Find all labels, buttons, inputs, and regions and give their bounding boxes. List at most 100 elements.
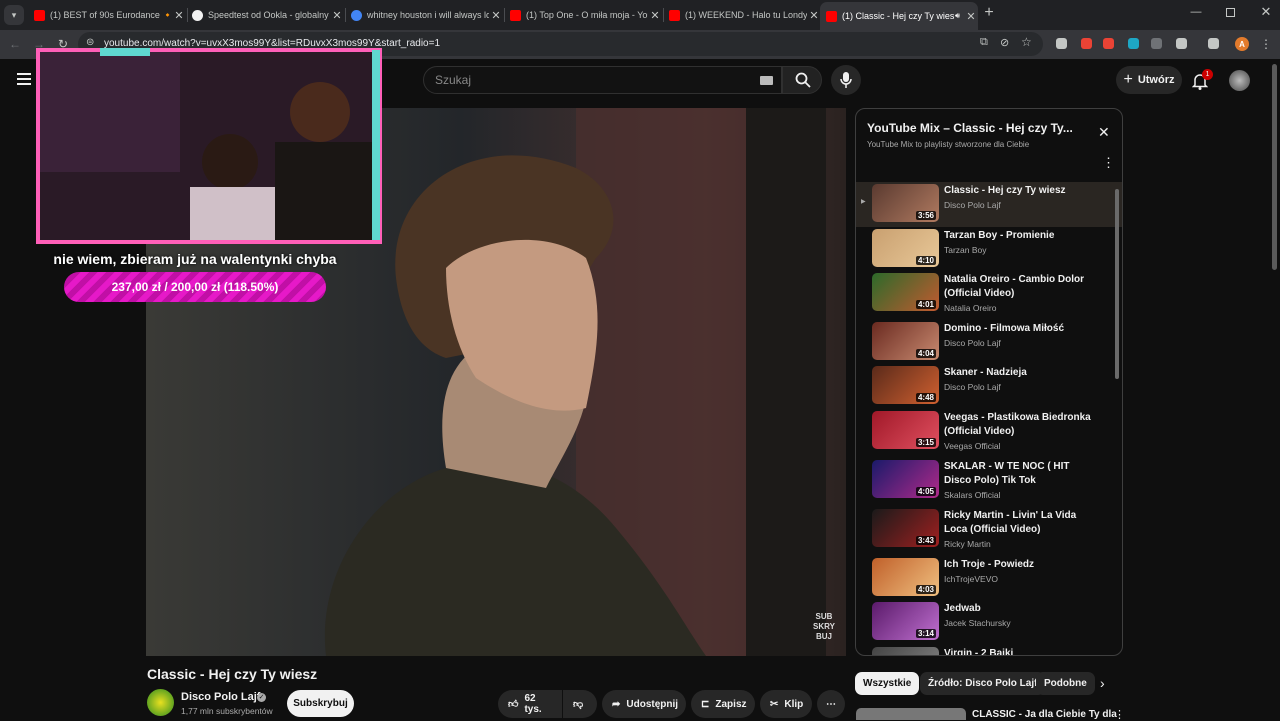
chip-related[interactable]: Podobne	[1036, 672, 1095, 695]
chip-label: Wszystkie	[863, 678, 912, 689]
playlist-thumbnail[interactable]: 4:01	[872, 273, 939, 311]
chip-source[interactable]: Źródło: Disco Polo Lajf	[920, 672, 1046, 695]
close-tab-icon[interactable]: ✕	[807, 9, 821, 22]
playlist-item-title: SKALAR - W TE NOC ( HIT Disco Polo) Tik …	[944, 461, 1070, 486]
playlist-title[interactable]: YouTube Mix – Classic - Hej czy Ty...	[867, 121, 1073, 135]
playlist-item[interactable]: ▶ 3:56 Classic - Hej czy Ty wiesz Disco Pol…	[856, 182, 1122, 227]
playlist-thumbnail[interactable]: 3:15	[872, 411, 939, 449]
playlist-thumbnail[interactable]: 4:48	[872, 366, 939, 404]
playlist-item[interactable]: 4:05 SKALAR - W TE NOC ( HIT Disco Polo) …	[856, 458, 1122, 503]
playlist-item-channel: Ricky Martin	[944, 539, 991, 549]
playlist-item-channel: Natalia Oreiro	[944, 303, 997, 313]
subscribe-button[interactable]: Subskrybuj	[287, 690, 354, 717]
new-tab-button[interactable]: +	[980, 4, 998, 24]
site-info-icon[interactable]: ⊜	[86, 37, 94, 48]
close-tab-icon[interactable]: ✕	[964, 10, 978, 23]
tab-favicon	[192, 9, 203, 21]
thumbs-down-icon: 👎︎	[573, 699, 584, 710]
bookmark-star-icon[interactable]: ☆	[1021, 35, 1032, 49]
minimize-button[interactable]: —	[1188, 6, 1204, 22]
duration-badge: 4:05	[915, 487, 936, 496]
extension-icon[interactable]	[1128, 38, 1139, 49]
maximize-button[interactable]	[1226, 8, 1235, 17]
subscribe-watermark[interactable]: SUB SKRY BUJ	[813, 612, 835, 642]
account-avatar[interactable]	[1229, 70, 1250, 91]
audio-playing-icon[interactable]: 🔊︎	[955, 11, 960, 21]
playlist-item[interactable]: 3:15 Veegas - Plastikowa Biedronka (Offic…	[856, 409, 1122, 454]
channel-name[interactable]: Disco Polo Lajf	[181, 691, 260, 703]
chip-all[interactable]: Wszystkie	[855, 672, 920, 695]
playlist-item-channel: Disco Polo Lajf	[944, 382, 1001, 392]
browser-tab[interactable]: Speedtest od Ookla - globalny ✕	[186, 4, 344, 26]
close-window-button[interactable]: ✕	[1258, 4, 1274, 22]
voice-search-button[interactable]	[831, 65, 861, 95]
playlist-thumbnail[interactable]: 4:05	[872, 460, 939, 498]
playlist-thumbnail[interactable]: 3:43	[872, 509, 939, 547]
playlist-thumbnail[interactable]: 3:56	[872, 184, 939, 222]
duration-badge: 4:01	[915, 300, 936, 309]
playlist-thumbnail[interactable]: 3:14	[872, 602, 939, 640]
share-button[interactable]: ➦ Udostępnij	[602, 690, 686, 718]
playlist-item[interactable]: 4:10 Tarzan Boy - Promienie Tarzan Boy	[856, 227, 1122, 272]
more-actions-button[interactable]: ⋯	[817, 690, 845, 718]
hamburger-menu-icon[interactable]	[17, 73, 31, 85]
duration-badge: 4:03	[915, 585, 936, 594]
watermark-line: SKRY	[813, 622, 835, 631]
playlist-item-title: Jedwab	[944, 603, 981, 614]
playlist-item[interactable]: 4:03 Ich Troje - Powiedz IchTrojeVEVO	[856, 556, 1122, 601]
chip-label: Podobne	[1044, 678, 1087, 689]
channel-avatar[interactable]	[147, 689, 174, 716]
create-button[interactable]: + Utwórz	[1116, 66, 1182, 94]
save-button[interactable]: ⊏ Zapisz	[691, 690, 755, 718]
page-scrollbar[interactable]	[1272, 64, 1277, 270]
close-playlist-button[interactable]: ✕	[1098, 124, 1110, 141]
search-button[interactable]	[782, 66, 822, 94]
playlist-item[interactable]: 4:04 Domino - Filmowa Miłość Disco Polo La…	[856, 320, 1122, 365]
recommended-title[interactable]: CLASSIC - Ja dla Ciebie Ty dla	[972, 709, 1117, 720]
playlist-item[interactable]: 4:48 Skaner - Nadzieja Disco Polo Lajf	[856, 364, 1122, 409]
browser-menu-button[interactable]: ⋮	[1257, 35, 1275, 53]
extension-icon[interactable]	[1056, 38, 1067, 49]
close-tab-icon[interactable]: ✕	[648, 9, 662, 22]
notifications-button[interactable]: 1	[1191, 69, 1213, 90]
profile-avatar[interactable]: A	[1235, 37, 1249, 51]
keyboard-icon[interactable]	[760, 76, 773, 85]
playlist-scrollbar[interactable]	[1115, 189, 1119, 379]
close-tab-icon[interactable]: ✕	[489, 9, 503, 22]
playlist-item-title: Domino - Filmowa Miłość	[944, 323, 1065, 334]
close-tab-icon[interactable]: ✕	[172, 9, 186, 22]
extension-icon[interactable]	[1103, 38, 1114, 49]
browser-tab[interactable]: whitney houston i will always lo ✕	[345, 4, 503, 26]
playlist-menu-button[interactable]: ⋮	[1102, 155, 1115, 171]
like-button[interactable]: 👍︎ 62 tys.	[498, 690, 562, 718]
recommended-menu-icon[interactable]: ⋮	[1114, 708, 1125, 721]
extension-icon[interactable]	[1081, 38, 1092, 49]
playlist-thumbnail[interactable]: 4:03	[872, 558, 939, 596]
playlist-thumbnail[interactable]	[872, 647, 939, 655]
puzzle-icon[interactable]	[1176, 38, 1187, 49]
recommended-thumbnail[interactable]	[856, 708, 966, 720]
chevron-down-icon: ▾	[11, 9, 17, 20]
tab-favicon	[34, 9, 45, 21]
playlist-item[interactable]: 3:43 Ricky Martin - Livin' La Vida Loca (…	[856, 507, 1122, 552]
reading-list-icon[interactable]	[1208, 38, 1219, 49]
search-input[interactable]: Szukaj	[423, 66, 782, 94]
playlist-item[interactable]: 4:01 Natalia Oreiro - Cambio Dolor (Offic…	[856, 271, 1122, 316]
install-app-icon[interactable]: ⧉	[980, 36, 988, 49]
playlist-item[interactable]: 3:14 Jedwab Jacek Stachursky	[856, 600, 1122, 645]
clip-button[interactable]: ✂ Klip	[760, 690, 812, 718]
playlist-thumbnail[interactable]: 4:10	[872, 229, 939, 267]
browser-tab[interactable]: (1) Top One - O miła moja - You ✕	[504, 4, 662, 26]
playlist-thumbnail[interactable]: 4:04	[872, 322, 939, 360]
back-button[interactable]: ←	[6, 35, 24, 53]
chips-next-icon[interactable]: ›	[1100, 675, 1105, 691]
browser-tab[interactable]: (1) BEST of 90s Eurodance 🔸 La✕	[28, 4, 186, 26]
close-tab-icon[interactable]: ✕	[330, 9, 344, 22]
dislike-button[interactable]: 👎︎	[563, 690, 597, 718]
hide-icon[interactable]: ⊘	[1000, 36, 1009, 49]
browser-tab[interactable]: (1) Classic - Hej czy Ty wies 🔊︎ ✕	[820, 2, 978, 30]
tab-search-button[interactable]: ▾	[4, 5, 24, 25]
extension-icon[interactable]	[1151, 38, 1162, 49]
browser-tab[interactable]: (1) WEEKEND - Halo tu Londyn ✕	[663, 4, 821, 26]
playlist-item[interactable]: Virgin - 2 Bajki	[856, 645, 1122, 655]
